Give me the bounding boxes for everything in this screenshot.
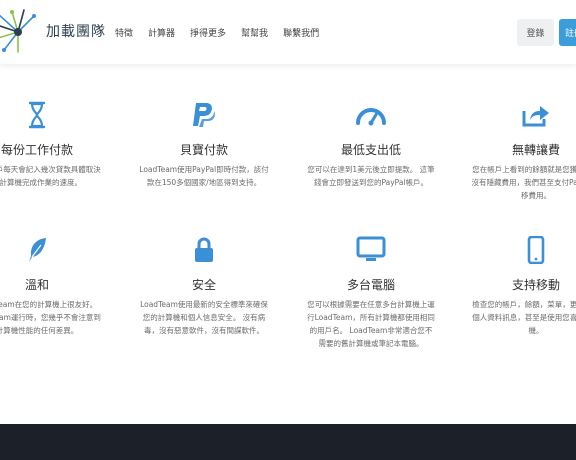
nav-item-contact[interactable]: 聯繫我們 xyxy=(283,26,319,39)
navbar: 加載團隊 特徵 計算器 掙得更多 幫幫我 聯繫我們 登錄 註冊 xyxy=(0,0,576,64)
feature-desc: LoadTeam使用最新的安全標準來確保您的計算機和個人信息安全。 沒有病毒，沒… xyxy=(140,300,268,335)
feature-desc: LoadTeam在您的計算機上很友好。 LoadTeam運行時，您幾乎不會注意到… xyxy=(0,300,101,335)
feature-title: 貝寶付款 xyxy=(179,143,228,157)
feature-title: 多台電腦 xyxy=(346,278,395,292)
feature-no-transfer-fee: 無轉讓費 您在帳戶上看到的餘額就是您獲得的。 沒有隱藏費用，我們甚至支付PayP… xyxy=(471,100,576,202)
nav-item-features[interactable]: 特徵 xyxy=(115,26,133,39)
monitor-icon xyxy=(356,236,386,261)
feature-secure: 安全 LoadTeam使用最新的安全標準來確保您的計算機和個人信息安全。 沒有病… xyxy=(139,235,269,337)
lock-icon xyxy=(195,237,213,262)
feature-desc: 您在帳戶上看到的餘額就是您獲得的。 沒有隱藏費用，我們甚至支付PayPal轉移費… xyxy=(471,165,576,200)
feature-title: 無轉讓費 xyxy=(511,143,560,157)
feature-desc: 您的帳戶每天會記入幾次貸款具體取決於計算機完成作業的速度。 xyxy=(0,165,101,187)
feature-title: 溫和 xyxy=(24,278,49,292)
share-icon xyxy=(522,106,549,127)
login-button[interactable]: 登錄 xyxy=(517,19,554,46)
gauge-icon xyxy=(356,108,386,126)
feature-paypal: 貝寶付款 LoadTeam使用PayPal即時付款，該付款在150多個國家/地區… xyxy=(139,100,269,189)
register-button[interactable]: 註冊 xyxy=(559,19,576,46)
nav-item-earn-more[interactable]: 掙得更多 xyxy=(190,26,226,39)
main-menu: 特徵 計算器 掙得更多 幫幫我 聯繫我們 xyxy=(115,26,334,39)
logo-icon[interactable] xyxy=(0,8,40,54)
feature-low-minimum: 最低支出低 您可以在達到1美元後立即提款。 這筆錢會立即發送到您的PayPal帳… xyxy=(306,100,436,189)
feature-title: 支持移動 xyxy=(511,278,560,292)
mobile-icon xyxy=(527,236,545,264)
paypal-icon xyxy=(193,103,215,127)
feature-title: 每份工作付款 xyxy=(0,143,73,157)
feature-desc: 檢查您的帳戶，餘額，菜單，更新您的個人資料訊息，甚至是使用您喜歡的手機。 xyxy=(472,300,576,335)
feature-mobile: 支持移動 檢查您的帳戶，餘額，菜單，更新您的個人資料訊息，甚至是使用您喜歡的手機… xyxy=(471,235,576,337)
feather-icon xyxy=(29,238,46,262)
hourglass-icon xyxy=(28,101,46,129)
feature-desc: 您可以根據需要在任意多台計算機上運行LoadTeam，所有計算機都使用相同的用戶… xyxy=(307,300,435,348)
feature-pay-per-job: 每份工作付款 您的帳戶每天會記入幾次貸款具體取決於計算機完成作業的速度。 xyxy=(0,100,102,189)
feature-desc: 您可以在達到1美元後立即提款。 這筆錢會立即發送到您的PayPal帳戶。 xyxy=(307,165,435,187)
footer xyxy=(0,424,576,460)
feature-desc: LoadTeam使用PayPal即時付款，該付款在150多個國家/地區得到支持。 xyxy=(139,165,269,187)
nav-item-calculator[interactable]: 計算器 xyxy=(148,26,175,39)
feature-gentle: 溫和 LoadTeam在您的計算機上很友好。 LoadTeam運行時，您幾乎不會… xyxy=(0,235,102,337)
feature-multiple-computers: 多台電腦 您可以根據需要在任意多台計算機上運行LoadTeam，所有計算機都使用… xyxy=(306,235,436,350)
nav-item-help[interactable]: 幫幫我 xyxy=(241,26,268,39)
feature-title: 最低支出低 xyxy=(340,143,401,157)
feature-title: 安全 xyxy=(191,278,216,292)
brand-name[interactable]: 加載團隊 xyxy=(46,21,106,41)
